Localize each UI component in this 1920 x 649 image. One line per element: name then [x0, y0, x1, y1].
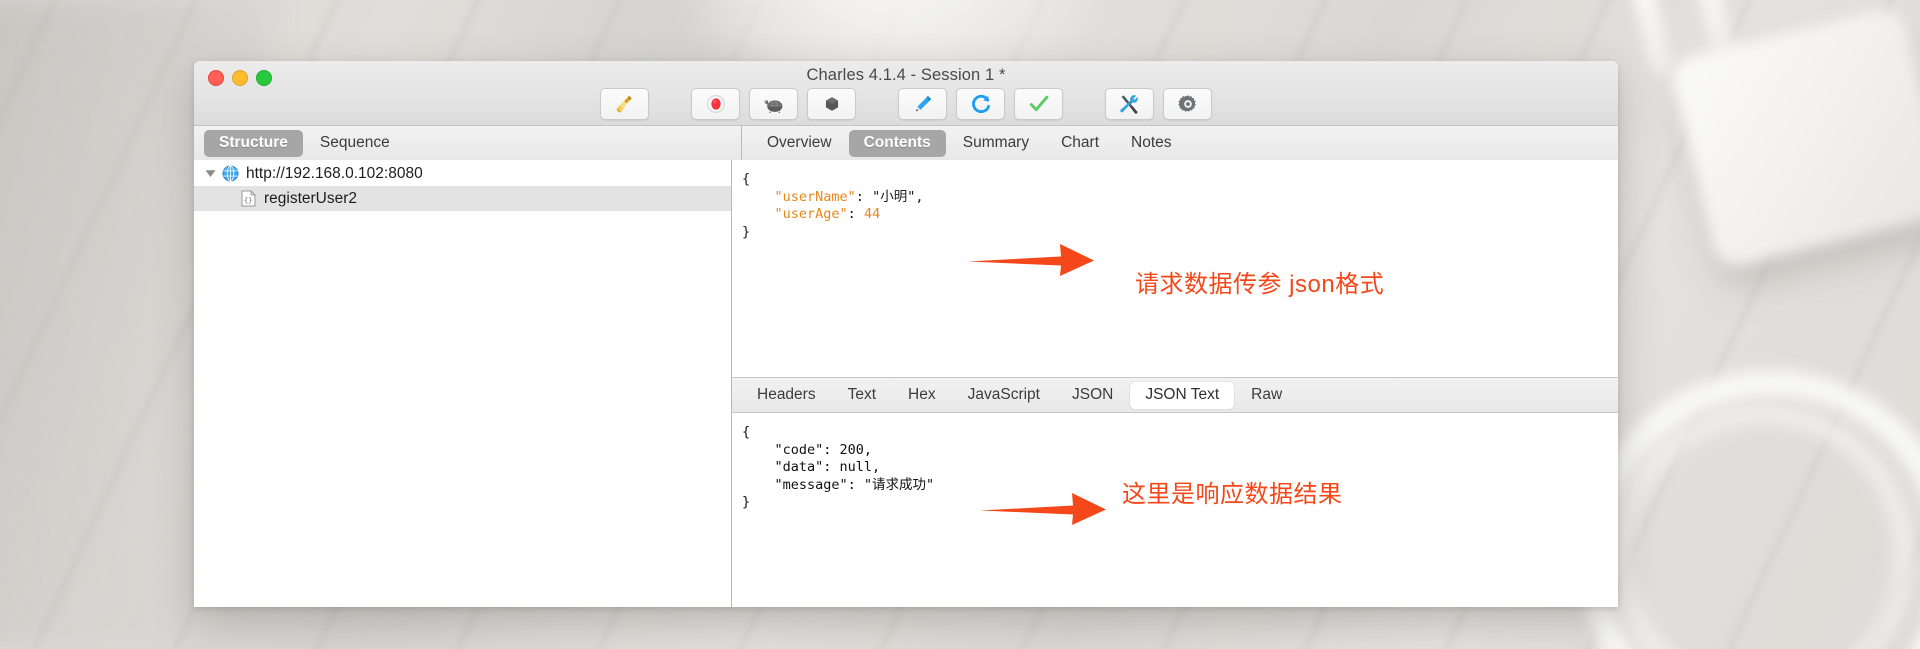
toolbar-group-actions	[898, 88, 1063, 120]
tree-label-host: http://192.168.0.102:8080	[246, 164, 423, 182]
record-icon	[706, 94, 725, 114]
contents-pane: { "userName": "小明", "userAge": 44 } Head…	[732, 160, 1618, 607]
right-pane-tabstrip: Overview Contents Summary Chart Notes	[742, 126, 1618, 161]
request-close-brace: }	[742, 223, 751, 240]
tab-json-text[interactable]: JSON Text	[1130, 381, 1235, 409]
gear-icon	[1177, 95, 1196, 112]
tab-json[interactable]: JSON	[1057, 382, 1128, 409]
compose-button[interactable]	[898, 88, 947, 120]
request-key-userage: "userAge"	[774, 206, 848, 223]
charles-app-window: Charles 4.1.4 - Session 1 * Structure Se…	[194, 61, 1618, 607]
request-colon-1: :	[855, 188, 873, 205]
tree-row-host[interactable]: http://192.168.0.102:8080	[194, 161, 731, 186]
chevron-down-icon[interactable]	[202, 166, 218, 182]
response-body-viewer[interactable]: { "code": 200, "data": null, "message": …	[732, 413, 1618, 607]
request-open-brace: {	[742, 171, 751, 187]
response-tabstrip: Headers Text Hex JavaScript JSON JSON Te…	[732, 378, 1618, 413]
tree-label-request: registerUser2	[264, 189, 358, 207]
window-titlebar: Charles 4.1.4 - Session 1 *	[194, 61, 1618, 126]
checkmark-icon	[1029, 95, 1048, 112]
main-toolbar	[194, 88, 1618, 120]
settings-button[interactable]	[1163, 88, 1212, 120]
response-annotation-text: 这里是响应数据结果	[1122, 481, 1343, 508]
tab-summary[interactable]: Summary	[948, 130, 1044, 157]
turtle-icon	[764, 100, 783, 114]
session-tree-pane: http://192.168.0.102:8080 {} registerUse…	[194, 160, 732, 607]
tabstrip-row: Structure Sequence Overview Contents Sum…	[194, 126, 1618, 161]
broom-icon	[616, 95, 632, 113]
request-colon-2: :	[847, 206, 864, 223]
toolbar-group-settings	[1105, 88, 1212, 120]
tab-notes[interactable]: Notes	[1116, 130, 1187, 157]
globe-icon	[220, 165, 240, 182]
request-annotation-text: 请求数据传参 json格式	[1135, 271, 1385, 298]
response-line-message: "message": "请求成功"	[742, 476, 935, 493]
tab-sequence[interactable]: Sequence	[305, 130, 405, 157]
window-body: http://192.168.0.102:8080 {} registerUse…	[194, 160, 1618, 607]
request-value-userage: 44	[863, 206, 881, 223]
tab-contents[interactable]: Contents	[848, 129, 946, 157]
session-tree: http://192.168.0.102:8080 {} registerUse…	[194, 160, 731, 607]
record-button[interactable]	[691, 88, 740, 120]
validate-button[interactable]	[1014, 88, 1063, 120]
response-close-brace: }	[742, 494, 751, 511]
pen-icon	[915, 96, 931, 112]
tab-overview[interactable]: Overview	[752, 130, 847, 157]
response-line-data: "data": null,	[742, 459, 881, 476]
request-annotation-arrow	[968, 244, 1094, 276]
repeat-button[interactable]	[956, 88, 1005, 120]
toolbar-group-capture	[691, 88, 856, 120]
request-key-username: "userName"	[774, 188, 856, 205]
breakpoints-button[interactable]	[807, 88, 856, 120]
svg-text:{}: {}	[243, 196, 251, 204]
tab-raw[interactable]: Raw	[1236, 382, 1297, 409]
throttle-button[interactable]	[749, 88, 798, 120]
tab-javascript[interactable]: JavaScript	[953, 382, 1055, 409]
tab-headers[interactable]: Headers	[742, 382, 831, 409]
json-file-icon: {}	[238, 190, 258, 207]
left-pane-tabstrip: Structure Sequence	[194, 126, 742, 161]
hexagon-icon	[825, 97, 838, 111]
response-open-brace: {	[742, 424, 751, 440]
tools-icon	[1120, 95, 1138, 114]
tree-row-request[interactable]: {} registerUser2	[194, 186, 731, 211]
clear-session-button[interactable]	[600, 88, 649, 120]
response-annotation-arrow	[980, 493, 1106, 525]
refresh-icon	[971, 94, 990, 114]
request-value-username: "小明",	[872, 188, 924, 205]
window-title: Charles 4.1.4 - Session 1 *	[806, 66, 1006, 84]
tab-hex[interactable]: Hex	[893, 382, 951, 409]
response-line-code: "code": 200,	[742, 441, 873, 458]
toolbar-group-clear	[600, 88, 649, 120]
tab-text[interactable]: Text	[833, 382, 891, 409]
tab-structure[interactable]: Structure	[204, 129, 303, 157]
tab-chart[interactable]: Chart	[1046, 130, 1114, 157]
tools-button[interactable]	[1105, 88, 1154, 120]
